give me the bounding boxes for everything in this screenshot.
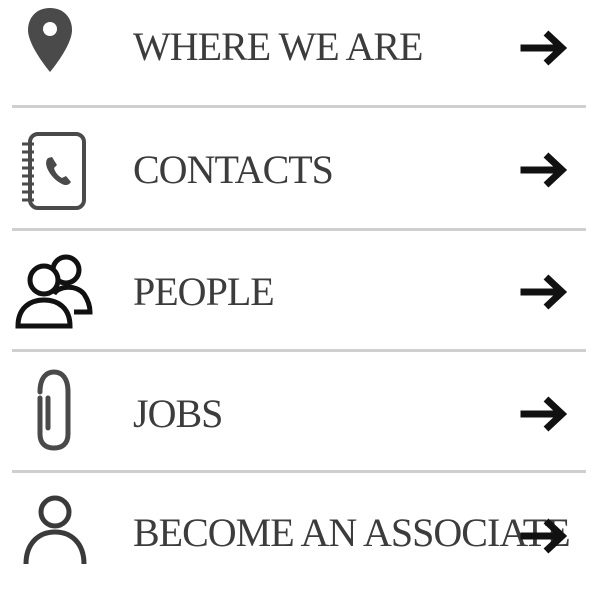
divider	[12, 470, 586, 473]
navigation-menu: WHERE WE ARE CONTACTS PEOPLE JOBS BECOME…	[0, 0, 615, 564]
menu-item-label: BECOME AN ASSOCIATE	[133, 510, 571, 555]
location-pin-icon	[20, 2, 100, 92]
menu-item-become-an-associate[interactable]: BECOME AN ASSOCIATE	[0, 488, 615, 608]
menu-item-label: JOBS	[133, 391, 223, 436]
arrow-right-icon	[520, 150, 572, 190]
arrow-right-icon	[520, 272, 572, 312]
arrow-right-icon	[520, 394, 572, 434]
arrow-right-icon	[520, 516, 572, 556]
people-icon	[14, 250, 94, 340]
menu-item-people[interactable]: PEOPLE	[0, 244, 615, 364]
arrow-right-icon	[520, 28, 572, 68]
menu-item-label: CONTACTS	[133, 147, 334, 192]
menu-item-jobs[interactable]: JOBS	[0, 366, 615, 486]
paperclip-icon	[30, 368, 110, 458]
menu-item-label: WHERE WE ARE	[133, 24, 423, 69]
menu-item-where-we-are[interactable]: WHERE WE ARE	[0, 0, 615, 120]
person-icon	[20, 494, 100, 584]
divider	[12, 105, 586, 108]
divider	[12, 349, 586, 352]
divider	[12, 228, 586, 231]
address-book-icon	[20, 130, 100, 220]
menu-item-contacts[interactable]: CONTACTS	[0, 122, 615, 242]
menu-item-label: PEOPLE	[133, 269, 275, 314]
